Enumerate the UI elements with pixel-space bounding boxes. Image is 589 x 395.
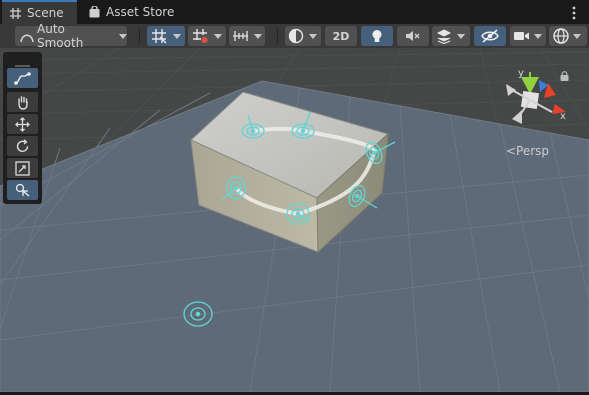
- gizmo-y-label: y: [518, 68, 524, 79]
- scene-window: Scene Asset Store Auto Smooth 2D y x <Pe…: [0, 0, 589, 395]
- custom-tool-icon: [15, 183, 31, 198]
- tangent-mode-label: Auto Smooth: [37, 22, 84, 50]
- hand-icon: [16, 95, 30, 110]
- move-tool-button[interactable]: [7, 114, 38, 134]
- chevron-down-icon: [173, 33, 181, 39]
- hash-grid-icon: [9, 7, 22, 20]
- more-options-icon[interactable]: [569, 5, 579, 20]
- grid-snap-icon: [151, 28, 168, 44]
- tab-asset-store-label: Asset Store: [106, 5, 175, 19]
- tab-asset-store[interactable]: Asset Store: [84, 0, 174, 24]
- snap-increment-dropdown[interactable]: [229, 26, 265, 46]
- camera-settings-dropdown[interactable]: [510, 26, 546, 46]
- rotate-icon: [15, 138, 30, 154]
- tab-scene[interactable]: Scene: [2, 0, 77, 24]
- tab-bar: Scene Asset Store: [0, 0, 589, 24]
- projection-label[interactable]: <Persp: [506, 144, 549, 158]
- chevron-down-icon: [254, 33, 262, 39]
- scale-icon: [15, 160, 30, 176]
- lock-icon[interactable]: [560, 66, 569, 85]
- chevron-down-icon: [309, 33, 317, 39]
- shaded-sphere-icon: [288, 28, 304, 44]
- gizmo-neg-cone[interactable]: [506, 84, 516, 96]
- toolbar-separator: [139, 28, 140, 44]
- scene-toolbar: Auto Smooth 2D: [0, 22, 589, 50]
- gizmo-x-label: x: [560, 111, 566, 122]
- draw-mode-dropdown[interactable]: [285, 26, 321, 46]
- tools-overlay: [3, 52, 42, 204]
- scene-visibility-toggle[interactable]: [474, 26, 506, 46]
- chevron-down-icon: [534, 33, 542, 39]
- effects-layers-icon: [436, 28, 452, 44]
- spline-tool-icon: [14, 71, 31, 86]
- grid-snap-toggle[interactable]: [147, 26, 185, 46]
- lightbulb-icon: [371, 29, 383, 44]
- orientation-gizmo[interactable]: [506, 72, 566, 124]
- chevron-down-icon: [119, 33, 127, 39]
- audio-toggle[interactable]: [397, 26, 429, 46]
- snap-ruler-icon: [232, 29, 249, 43]
- gizmo-globe-icon: [552, 27, 570, 45]
- toolbar-separator: [277, 28, 278, 44]
- scene-canvas[interactable]: y x: [0, 48, 589, 392]
- custom-tool-button[interactable]: [7, 180, 38, 200]
- hand-tool-button[interactable]: [7, 92, 38, 112]
- scene-viewport[interactable]: y x: [0, 48, 589, 392]
- tab-scene-label: Scene: [27, 6, 64, 20]
- increment-snap-icon: [192, 28, 209, 44]
- chevron-down-icon: [457, 33, 465, 39]
- drag-handle-icon[interactable]: [15, 56, 30, 71]
- video-camera-icon: [513, 30, 530, 42]
- view-2d-label: 2D: [332, 29, 350, 43]
- chevron-down-icon: [573, 33, 581, 39]
- curve-icon: [20, 29, 34, 43]
- effects-dropdown[interactable]: [432, 26, 470, 46]
- tangent-mode-dropdown[interactable]: Auto Smooth: [15, 22, 127, 50]
- spline-tool-button[interactable]: [7, 68, 38, 88]
- increment-snap-toggle[interactable]: [188, 26, 226, 46]
- move-arrows-icon: [15, 116, 30, 132]
- scale-tool-button[interactable]: [7, 158, 38, 178]
- rotate-tool-button[interactable]: [7, 136, 38, 156]
- gizmos-dropdown[interactable]: [549, 26, 587, 46]
- speaker-muted-icon: [405, 29, 421, 43]
- view-2d-toggle[interactable]: 2D: [325, 26, 357, 46]
- chevron-down-icon: [214, 33, 222, 39]
- lighting-toggle[interactable]: [361, 26, 393, 46]
- shopping-bag-icon: [88, 6, 101, 19]
- gizmo-neg-cone[interactable]: [512, 110, 522, 124]
- hidden-eye-icon: [481, 29, 499, 43]
